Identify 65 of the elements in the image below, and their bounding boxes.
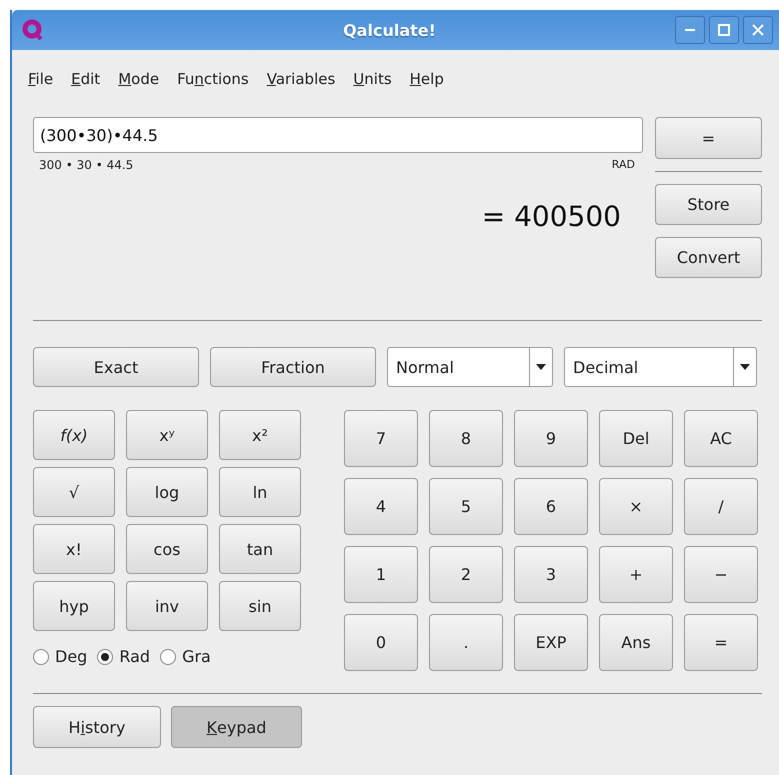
minimize-button[interactable] [675,16,705,44]
dropdown-field[interactable]: Normal [387,347,553,387]
caret-icon [536,364,546,370]
menu-item[interactable]: File [22,68,60,90]
keypad-key[interactable]: 8 [429,410,503,467]
maximize-icon [718,24,730,36]
keypad-key[interactable]: 7 [344,410,418,467]
function-key[interactable]: tan [219,524,301,574]
angle-mode-indicator: RAD [612,158,635,172]
close-button[interactable] [743,16,773,44]
dropdown-field[interactable]: Decimal [564,347,757,387]
menu-item[interactable]: Units [347,68,398,90]
angle-radio[interactable]: Deg [33,647,88,666]
function-key[interactable]: log [126,467,208,517]
keypad-key[interactable]: 4 [344,478,418,535]
result-text: = 400500 [482,200,621,233]
window-title: Qalculate! [342,20,437,40]
menu-item[interactable]: Help [404,68,450,90]
panel-toggle-button[interactable]: Keypad [171,706,302,748]
expression-field[interactable]: (300•30)•44.5 [33,117,643,153]
function-key[interactable]: x² [219,410,301,460]
function-key[interactable]: x! [33,524,115,574]
keypad-key[interactable]: 9 [514,410,588,467]
keypad-key[interactable]: Del [599,410,673,467]
mode-button[interactable]: Fraction [210,347,376,387]
keypad-key[interactable]: 0 [344,614,418,671]
keypad-key[interactable]: = [684,614,758,671]
caret-icon [740,364,750,370]
keypad-key[interactable]: 3 [514,546,588,603]
minimize-icon [685,29,695,31]
function-key[interactable]: hyp [33,581,115,631]
function-key[interactable]: ln [219,467,301,517]
panel-toggle-button[interactable]: History [33,706,161,748]
keypad-key[interactable]: 2 [429,546,503,603]
keypad-key[interactable]: 5 [429,478,503,535]
function-key[interactable]: inv [126,581,208,631]
parsed-expression: 300 • 30 • 44.5 [39,158,134,172]
menu-item[interactable]: Mode [112,68,166,90]
menu-item[interactable]: Variables [260,68,342,90]
keypad-key[interactable]: + [599,546,673,603]
function-key[interactable]: √ [33,467,115,517]
side-button[interactable]: Store [655,184,762,225]
keypad-key[interactable]: Ans [599,614,673,671]
side-button[interactable]: Convert [655,237,762,278]
menu-item[interactable]: Functions [171,68,255,90]
menu-item[interactable]: Edit [65,68,106,90]
function-key[interactable]: xʸ [126,410,208,460]
calculate-button[interactable]: = [655,117,762,159]
function-key[interactable]: cos [126,524,208,574]
angle-radio[interactable]: Gra [160,647,211,666]
maximize-button[interactable] [709,16,739,44]
keypad-key[interactable]: EXP [514,614,588,671]
keypad-key[interactable]: 6 [514,478,588,535]
keypad-key[interactable]: 1 [344,546,418,603]
keypad-key[interactable]: × [599,478,673,535]
function-key[interactable]: f(x) [33,410,115,460]
keypad-key[interactable]: / [684,478,758,535]
app-logo-icon [22,19,44,41]
keypad-key[interactable]: − [684,546,758,603]
keypad-key[interactable]: AC [684,410,758,467]
function-key[interactable]: sin [219,581,301,631]
keypad-key[interactable]: . [429,614,503,671]
mode-button[interactable]: Exact [33,347,199,387]
angle-radio[interactable]: Rad [97,647,150,666]
close-icon [752,24,764,36]
